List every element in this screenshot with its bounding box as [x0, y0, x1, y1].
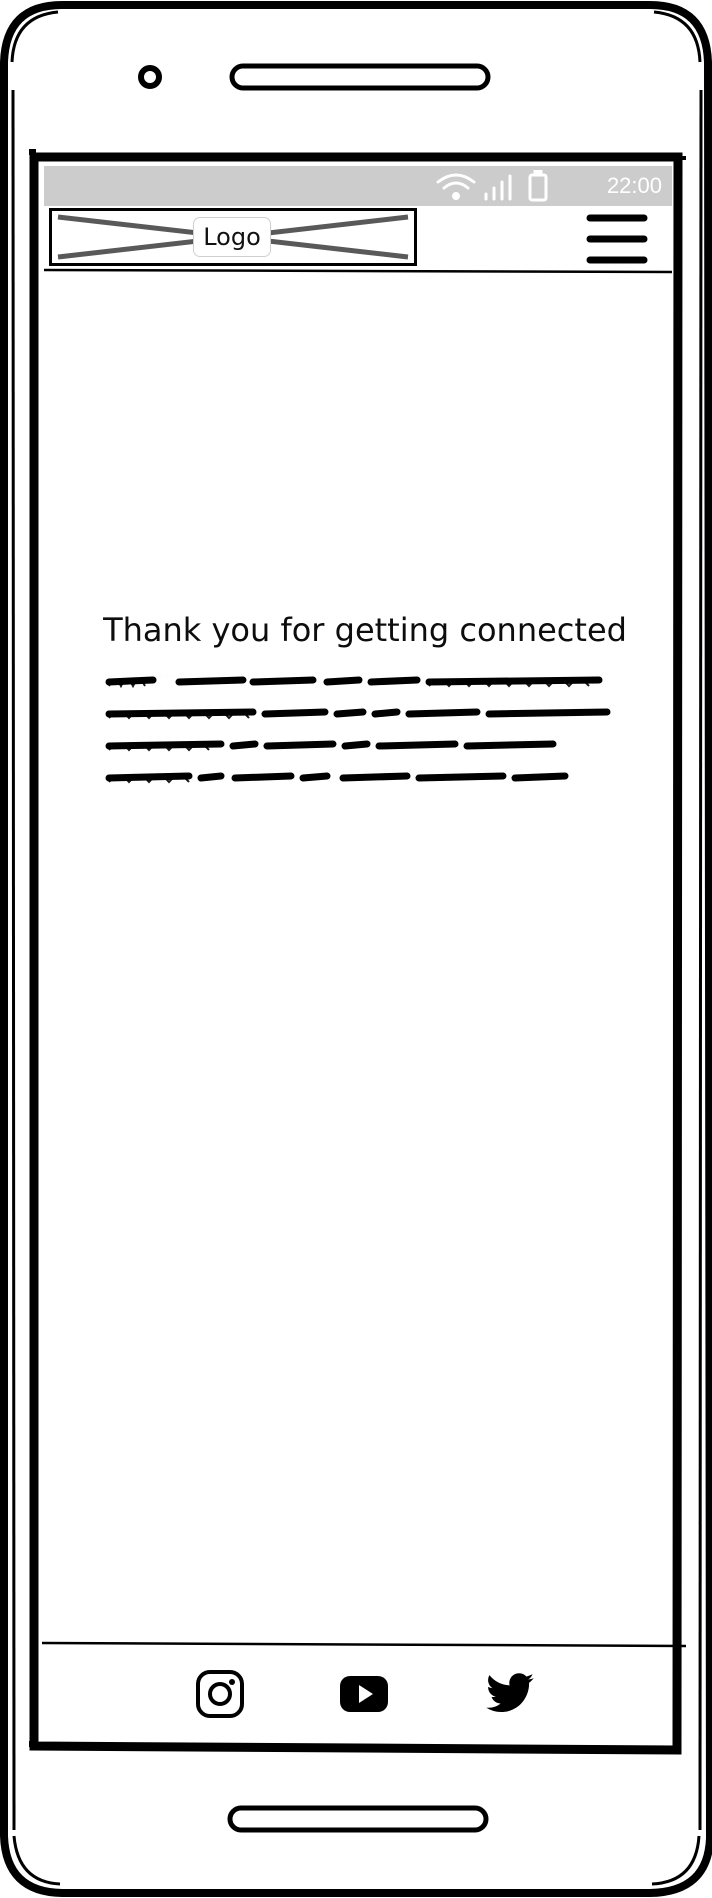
- instagram-link[interactable]: [194, 1668, 246, 1720]
- twitter-link[interactable]: [484, 1668, 536, 1720]
- status-time: 22:00: [606, 173, 662, 198]
- status-bar: 22:00: [44, 166, 672, 206]
- battery-icon: [528, 170, 548, 202]
- phone-outline: [0, 1, 712, 1897]
- logo-label: Logo: [193, 217, 271, 257]
- signal-icon: [484, 174, 512, 201]
- phone-frame: [0, 1, 712, 1897]
- twitter-icon: [486, 1673, 534, 1712]
- wifi-icon: [436, 173, 476, 200]
- instagram-icon: [196, 1670, 244, 1718]
- youtube-icon: [340, 1676, 388, 1712]
- front-camera: [138, 65, 162, 89]
- header-divider: [43, 268, 673, 274]
- placeholder-paragraph: Illegible scribbled placeholder paragrap…: [105, 672, 615, 792]
- youtube-link[interactable]: [338, 1668, 390, 1720]
- page-headline: Thank you for getting connected: [103, 611, 627, 649]
- hamburger-menu-button[interactable]: [584, 212, 650, 266]
- screen-border: [29, 152, 683, 1755]
- footer-divider: [41, 1641, 687, 1648]
- top-speaker: [229, 63, 491, 91]
- bottom-speaker: [227, 1805, 489, 1833]
- status-icons: [436, 170, 548, 202]
- scribble-text: [105, 676, 611, 784]
- hamburger-menu-icon: [586, 214, 648, 264]
